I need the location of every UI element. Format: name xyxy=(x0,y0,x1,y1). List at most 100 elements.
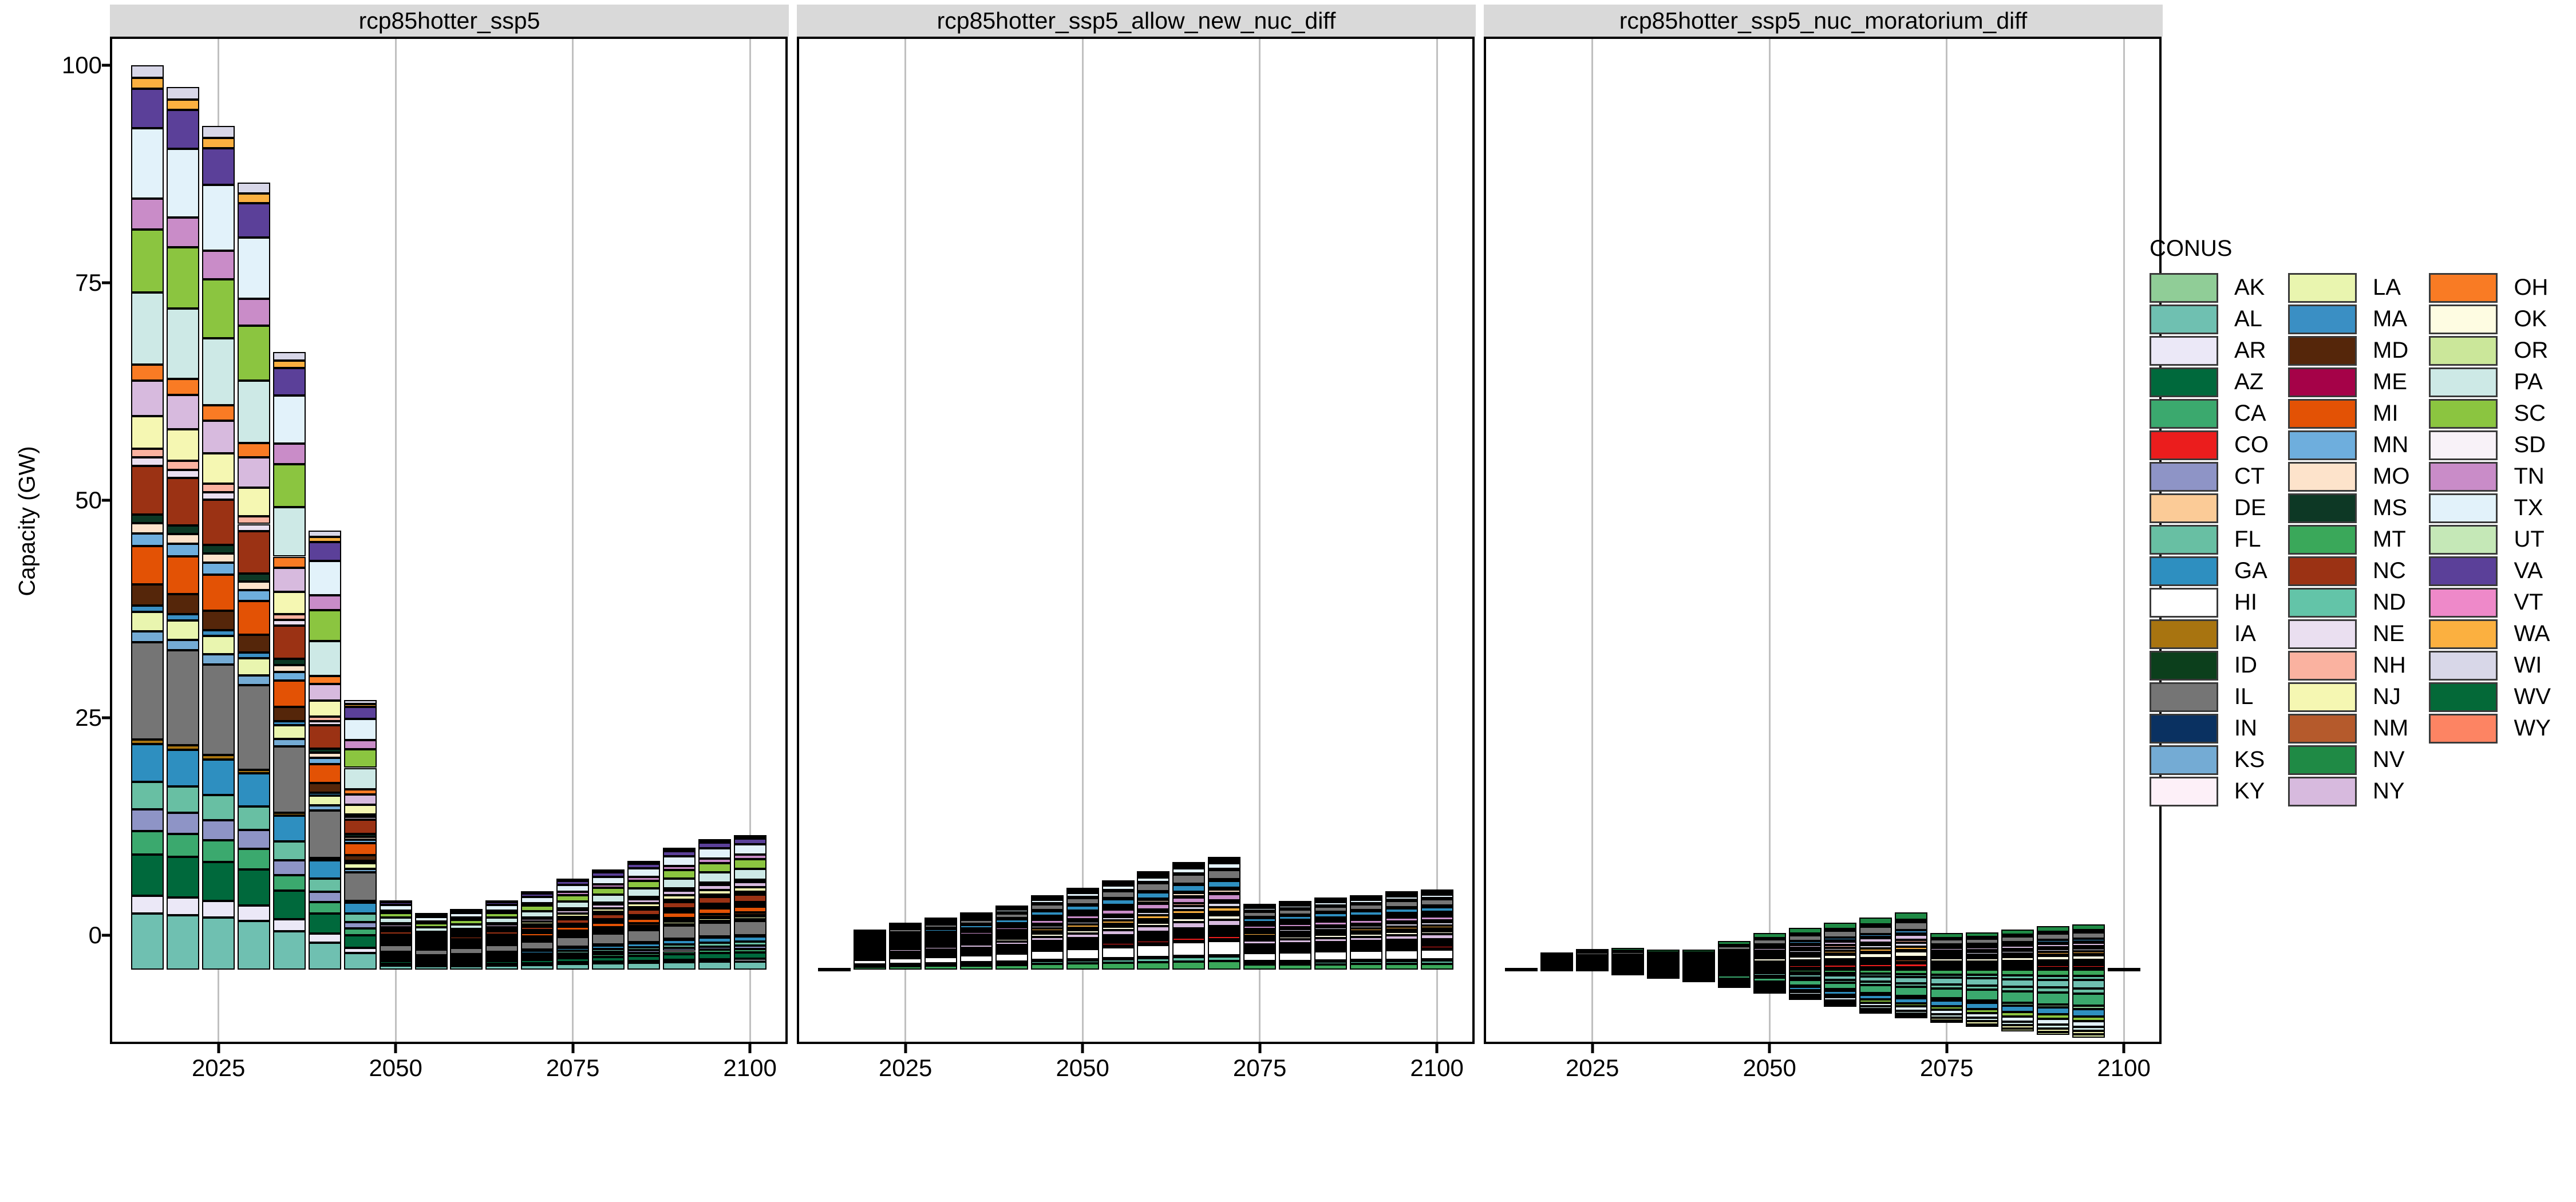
bar-segment[interactable] xyxy=(1101,943,1135,946)
bar-segment[interactable] xyxy=(1385,913,1418,916)
stacked-bar[interactable] xyxy=(1824,970,1857,1007)
bar-segment[interactable] xyxy=(238,653,271,658)
bar-segment[interactable] xyxy=(733,942,767,946)
bar-segment[interactable] xyxy=(167,614,200,620)
bar-segment[interactable] xyxy=(1859,962,1893,965)
bar-segment[interactable] xyxy=(2001,942,2034,945)
bar-segment[interactable] xyxy=(2072,1026,2105,1031)
bar-segment[interactable] xyxy=(1717,985,1751,988)
bar-segment[interactable] xyxy=(2001,979,2034,987)
bar-segment[interactable] xyxy=(238,830,271,849)
legend-item-ks[interactable]: KS xyxy=(2150,744,2269,776)
legend-item-me[interactable]: ME xyxy=(2288,366,2409,398)
bar-segment[interactable] xyxy=(1966,1013,1998,1018)
bar-segment[interactable] xyxy=(662,908,696,911)
bar-segment[interactable] xyxy=(1385,891,1418,894)
bar-segment[interactable] xyxy=(2072,959,2105,962)
bar-segment[interactable] xyxy=(924,950,958,952)
stacked-bar[interactable] xyxy=(1647,970,1680,979)
bar-segment[interactable] xyxy=(1788,998,1822,1001)
bar-segment[interactable] xyxy=(1966,952,1998,955)
bar-segment[interactable] xyxy=(273,395,306,444)
legend-item-md[interactable]: MD xyxy=(2288,335,2409,366)
bar-segment[interactable] xyxy=(556,964,590,970)
bar-segment[interactable] xyxy=(592,919,625,922)
bar-segment[interactable] xyxy=(1172,942,1206,956)
bar-segment[interactable] xyxy=(698,936,731,939)
bar-segment[interactable] xyxy=(1788,933,1822,936)
bar-segment[interactable] xyxy=(889,940,922,943)
bar-segment[interactable] xyxy=(2072,993,2105,1006)
bar-segment[interactable] xyxy=(2072,976,2105,980)
bar-segment[interactable] xyxy=(414,965,448,968)
bar-segment[interactable] xyxy=(1966,990,1998,1001)
bar-segment[interactable] xyxy=(308,748,341,753)
bar-segment[interactable] xyxy=(698,904,731,907)
bar-segment[interactable] xyxy=(1349,910,1382,912)
bar-segment[interactable] xyxy=(1101,947,1135,959)
bar-segment[interactable] xyxy=(733,855,767,860)
bar-segment[interactable] xyxy=(1420,920,1453,923)
bar-segment[interactable] xyxy=(1030,960,1064,963)
bar-segment[interactable] xyxy=(167,813,200,835)
bar-segment[interactable] xyxy=(556,935,590,938)
bar-segment[interactable] xyxy=(1895,987,1928,996)
bar-segment[interactable] xyxy=(698,922,731,937)
bar-segment[interactable] xyxy=(924,966,958,970)
bar-segment[interactable] xyxy=(1930,1010,1963,1014)
bar-segment[interactable] xyxy=(2001,956,2034,959)
bar-segment[interactable] xyxy=(1824,963,1857,966)
bar-segment[interactable] xyxy=(202,553,235,563)
bar-segment[interactable] xyxy=(308,757,341,764)
bar-segment[interactable] xyxy=(308,610,341,641)
bar-segment[interactable] xyxy=(1930,1020,1963,1023)
bar-segment[interactable] xyxy=(1611,951,1645,954)
bar-segment[interactable] xyxy=(485,930,519,932)
bar-segment[interactable] xyxy=(1824,1005,1857,1007)
bar-segment[interactable] xyxy=(556,946,590,949)
bar-segment[interactable] xyxy=(733,835,767,837)
bar-segment[interactable] xyxy=(2001,930,2034,935)
bar-segment[interactable] xyxy=(1576,955,1609,958)
bar-segment[interactable] xyxy=(1243,929,1277,932)
stacked-bar[interactable] xyxy=(1859,970,1893,1014)
bar-segment[interactable] xyxy=(2072,1021,2105,1027)
bar-segment[interactable] xyxy=(1895,970,1928,974)
stacked-bar[interactable] xyxy=(662,848,696,970)
bar-segment[interactable] xyxy=(1420,906,1453,908)
bar-segment[interactable] xyxy=(1030,931,1064,934)
bar-segment[interactable] xyxy=(592,876,625,885)
stacked-bar[interactable] xyxy=(308,530,341,970)
bar-segment[interactable] xyxy=(450,964,483,967)
bar-segment[interactable] xyxy=(698,843,731,849)
bar-zero[interactable] xyxy=(1505,968,1538,972)
bar-segment[interactable] xyxy=(662,954,696,960)
bar-segment[interactable] xyxy=(1859,958,1893,961)
bar-segment[interactable] xyxy=(1966,946,1998,949)
bar-segment[interactable] xyxy=(1930,933,1963,938)
bar-segment[interactable] xyxy=(1208,888,1241,891)
bar-segment[interactable] xyxy=(592,888,625,895)
bar-segment[interactable] xyxy=(1788,928,1822,934)
stacked-bar[interactable] xyxy=(1540,952,1574,971)
bar-segment[interactable] xyxy=(521,964,554,970)
bar-segment[interactable] xyxy=(1137,891,1170,893)
bar-segment[interactable] xyxy=(1279,915,1311,918)
legend-item-nj[interactable]: NJ xyxy=(2288,681,2409,713)
bar-segment[interactable] xyxy=(379,964,412,967)
bar-segment[interactable] xyxy=(1137,883,1170,891)
bar-segment[interactable] xyxy=(450,918,483,920)
bar-segment[interactable] xyxy=(1682,952,1715,955)
bar-segment[interactable] xyxy=(854,934,887,936)
bar-segment[interactable] xyxy=(273,665,306,672)
bar-segment[interactable] xyxy=(202,664,235,756)
bar-segment[interactable] xyxy=(1895,919,1928,923)
bar-segment[interactable] xyxy=(1314,897,1347,900)
bar-segment[interactable] xyxy=(1208,911,1241,914)
bar-segment[interactable] xyxy=(202,492,235,500)
bar-segment[interactable] xyxy=(1859,948,1893,952)
bar-segment[interactable] xyxy=(2036,979,2069,988)
bar-segment[interactable] xyxy=(1066,938,1099,941)
bar-segment[interactable] xyxy=(485,952,519,955)
bar-segment[interactable] xyxy=(698,858,731,863)
